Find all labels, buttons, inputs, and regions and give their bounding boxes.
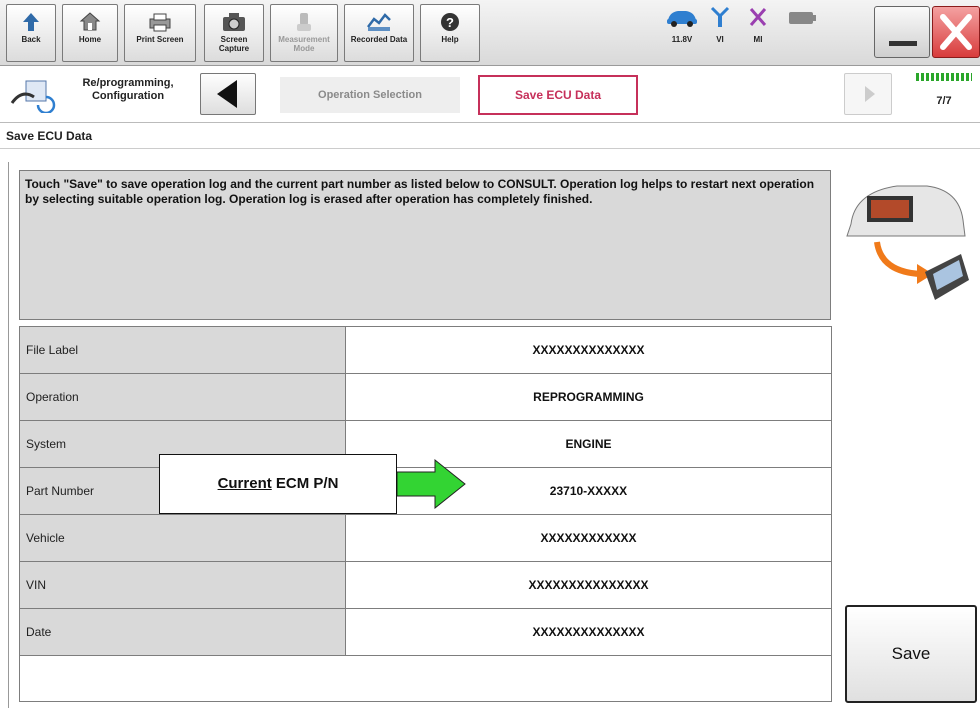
- help-button[interactable]: ? Help: [420, 4, 480, 62]
- table-row: Vehicle XXXXXXXXXXXX: [19, 514, 832, 562]
- toolbar: Back Home Print Screen Screen Capture Me…: [0, 0, 980, 66]
- print-screen-button[interactable]: Print Screen: [124, 4, 196, 62]
- ecu-to-consult-illustration-icon: [846, 185, 969, 300]
- mi-disconnected-icon: [749, 8, 767, 26]
- step-save-ecu-data[interactable]: Save ECU Data: [478, 75, 638, 115]
- row-label: Date: [19, 608, 346, 656]
- close-icon: [940, 14, 972, 50]
- battery-status: 11.8V: [662, 6, 702, 44]
- measurement-icon: [297, 13, 311, 31]
- page-title: Save ECU Data: [0, 124, 980, 149]
- svg-text:?: ?: [446, 15, 454, 30]
- measurement-mode-button[interactable]: Measurement Mode: [270, 4, 338, 62]
- minimize-button[interactable]: [874, 6, 930, 58]
- recorded-data-icon: [367, 13, 391, 31]
- row-label: Vehicle: [19, 514, 346, 562]
- home-icon: [79, 12, 101, 31]
- car-icon: [667, 11, 697, 27]
- previous-step-button[interactable]: [200, 73, 256, 115]
- table-row: File Label XXXXXXXXXXXXXX: [19, 326, 832, 374]
- row-value: XXXXXXXXXXXX: [345, 514, 832, 562]
- back-arrow-icon: [23, 13, 39, 31]
- instruction-text: Touch "Save" to save operation log and t…: [19, 170, 831, 320]
- reprogramming-icon: [10, 80, 56, 113]
- close-button[interactable]: [932, 6, 980, 58]
- table-row: Date XXXXXXXXXXXXXX: [19, 608, 832, 656]
- next-step-button[interactable]: [844, 73, 892, 115]
- main-content: Touch "Save" to save operation log and t…: [8, 162, 977, 708]
- home-button[interactable]: Home: [62, 4, 118, 62]
- table-row: Operation REPROGRAMMING: [19, 373, 832, 421]
- section-label: Re/programming, Configuration: [82, 77, 174, 102]
- minimize-icon: [889, 41, 917, 46]
- ecu-data-table: File Label XXXXXXXXXXXXXX Operation REPROGR…: [19, 326, 832, 702]
- camera-icon: [223, 13, 245, 31]
- progress-bar: [916, 73, 972, 81]
- step-operation-selection[interactable]: Operation Selection: [280, 77, 460, 113]
- row-label: VIN: [19, 561, 346, 609]
- progress-text: 7/7: [936, 95, 952, 107]
- mi-status: MI: [738, 6, 778, 44]
- row-label: Operation: [19, 373, 346, 421]
- save-button[interactable]: Save: [845, 605, 977, 703]
- triangle-right-icon: [865, 86, 875, 102]
- vi-antenna-icon: [710, 6, 730, 27]
- current-ecm-pn-callout: Current ECM P/N: [159, 454, 397, 514]
- row-value: XXXXXXXXXXXXXX: [345, 326, 832, 374]
- triangle-left-icon: [217, 80, 237, 108]
- table-row: VIN XXXXXXXXXXXXXXX: [19, 561, 832, 609]
- row-value: XXXXXXXXXXXXXXX: [345, 561, 832, 609]
- device-status: [782, 6, 822, 33]
- back-button[interactable]: Back: [6, 4, 56, 62]
- row-value: REPROGRAMMING: [345, 373, 832, 421]
- table-row-empty: [19, 655, 832, 702]
- row-value: XXXXXXXXXXXXXX: [345, 608, 832, 656]
- step-navigation: Re/programming, Configuration Operation …: [0, 67, 980, 123]
- callout-text: ECM P/N: [271, 475, 339, 492]
- row-label: File Label: [19, 326, 346, 374]
- battery-icon: [789, 12, 816, 24]
- vi-status: VI: [700, 6, 740, 44]
- callout-underlined-text: Current: [217, 475, 272, 492]
- printer-icon: [149, 13, 171, 32]
- screen-capture-button[interactable]: Screen Capture: [204, 4, 264, 62]
- consult-screen: Back Home Print Screen Screen Capture Me…: [0, 0, 980, 713]
- green-arrow-icon: [397, 458, 466, 510]
- recorded-data-button[interactable]: Recorded Data: [344, 4, 414, 62]
- help-icon: ?: [441, 13, 459, 31]
- step-progress: 7/7: [912, 71, 976, 117]
- empty-cell: [19, 655, 832, 702]
